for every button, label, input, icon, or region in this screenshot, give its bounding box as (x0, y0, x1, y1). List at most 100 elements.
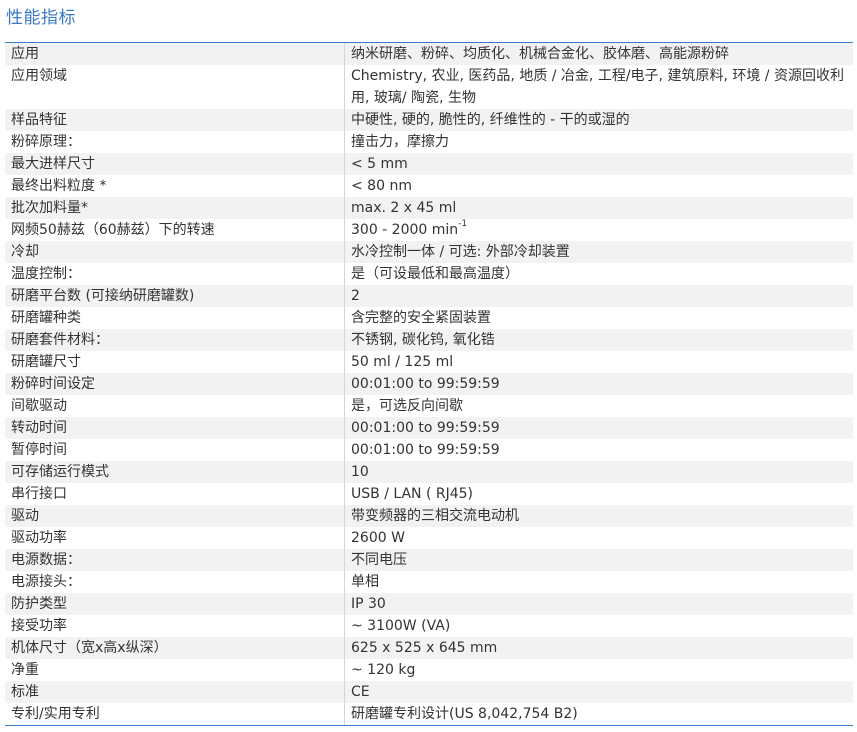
spec-value-text: 625 x 525 x 645 mm (351, 640, 498, 656)
table-row: 电源接头： 单相 (5, 571, 853, 593)
spec-value-text: 含完整的安全紧固装置 (351, 310, 491, 326)
table-row: 温度控制： 是（可设最低和最高温度） (5, 263, 853, 285)
spec-value: 研磨罐专利设计(US 8,042,754 B2) (345, 703, 853, 725)
spec-label: 标准 (5, 681, 345, 703)
spec-value-text: ~ 120 kg (351, 662, 416, 678)
table-row: 批次加料量* max. 2 x 45 ml (5, 197, 853, 219)
spec-label: 转动时间 (5, 417, 345, 439)
spec-label: 机体尺寸（宽x高x纵深） (5, 637, 345, 659)
spec-value: 10 (345, 461, 853, 483)
spec-value: ~ 3100W (VA) (345, 615, 853, 637)
spec-label: 驱动 (5, 505, 345, 527)
table-row: 专利/实用专利 研磨罐专利设计(US 8,042,754 B2) (5, 703, 853, 725)
spec-label: 研磨平台数 (可接纳研磨罐数) (5, 285, 345, 307)
table-row: 研磨套件材料： 不锈钢, 碳化钨, 氧化锆 (5, 329, 853, 351)
spec-label: 净重 (5, 659, 345, 681)
spec-value-text: 纳米研磨、粉碎、均质化、机械合金化、胶体磨、高能源粉碎 (351, 46, 729, 62)
table-row: 网频50赫兹（60赫兹）下的转速 300 - 2000 min-1 (5, 219, 853, 241)
table-row: 接受功率 ~ 3100W (VA) (5, 615, 853, 637)
spec-label: 防护类型 (5, 593, 345, 615)
table-row: 冷却 水冷控制一体 / 可选: 外部冷却装置 (5, 241, 853, 263)
spec-value: 单相 (345, 571, 853, 593)
spec-value: 是，可选反向间歇 (345, 395, 853, 417)
spec-label: 电源接头： (5, 571, 345, 593)
spec-value: 50 ml / 125 ml (345, 351, 853, 373)
spec-value: 不同电压 (345, 549, 853, 571)
spec-value: ~ 120 kg (345, 659, 853, 681)
spec-value: 不锈钢, 碳化钨, 氧化锆 (345, 329, 853, 351)
spec-value: max. 2 x 45 ml (345, 197, 853, 219)
spec-value-text: 不锈钢, 碳化钨, 氧化锆 (351, 332, 495, 348)
spec-value: 00:01:00 to 99:59:59 (345, 417, 853, 439)
spec-value: 300 - 2000 min-1 (345, 219, 853, 241)
spec-label: 串行接口 (5, 483, 345, 505)
table-row: 研磨罐种类 含完整的安全紧固装置 (5, 307, 853, 329)
spec-label: 研磨套件材料： (5, 329, 345, 351)
table-row: 机体尺寸（宽x高x纵深） 625 x 525 x 645 mm (5, 637, 853, 659)
spec-label: 电源数据： (5, 549, 345, 571)
spec-table: 应用 纳米研磨、粉碎、均质化、机械合金化、胶体磨、高能源粉碎 应用领域 Chemist… (5, 42, 853, 726)
spec-value-text: 研磨罐专利设计(US 8,042,754 B2) (351, 706, 578, 722)
spec-value: 含完整的安全紧固装置 (345, 307, 853, 329)
spec-label: 研磨罐种类 (5, 307, 345, 329)
table-row: 转动时间 00:01:00 to 99:59:59 (5, 417, 853, 439)
table-row: 可存储运行模式 10 (5, 461, 853, 483)
spec-label: 应用 (5, 43, 345, 65)
spec-value: IP 30 (345, 593, 853, 615)
table-row: 粉碎时间设定 00:01:00 to 99:59:59 (5, 373, 853, 395)
spec-value-text: 00:01:00 to 99:59:59 (351, 420, 500, 436)
spec-label: 可存储运行模式 (5, 461, 345, 483)
spec-label: 粉碎时间设定 (5, 373, 345, 395)
spec-value: 撞击力，摩擦力 (345, 131, 853, 153)
spec-value-text: 300 - 2000 min (351, 222, 459, 238)
spec-label: 接受功率 (5, 615, 345, 637)
spec-label: 批次加料量* (5, 197, 345, 219)
spec-value: < 80 nm (345, 175, 853, 197)
spec-value-text: 水冷控制一体 / 可选: 外部冷却装置 (351, 244, 570, 260)
spec-value-text: < 5 mm (351, 156, 408, 172)
spec-value-text: < 80 nm (351, 178, 412, 194)
spec-value-text: 撞击力，摩擦力 (351, 134, 449, 150)
table-row: 驱动 带变频器的三相交流电动机 (5, 505, 853, 527)
spec-value-superscript: -1 (458, 219, 468, 230)
spec-value-text: 50 ml / 125 ml (351, 354, 454, 370)
spec-label: 专利/实用专利 (5, 703, 345, 725)
spec-value-text: max. 2 x 45 ml (351, 200, 457, 216)
spec-value-text: 00:01:00 to 99:59:59 (351, 376, 500, 392)
spec-value-text: 带变频器的三相交流电动机 (351, 508, 519, 524)
spec-value: 625 x 525 x 645 mm (345, 637, 853, 659)
spec-value-text: 中硬性, 硬的, 脆性的, 纤维性的 - 干的或湿的 (351, 112, 630, 128)
spec-value-text: 00:01:00 to 99:59:59 (351, 442, 500, 458)
spec-value-text: Chemistry, 农业, 医药品, 地质 / 冶金, 工程/电子, 建筑原料… (351, 68, 844, 106)
table-row: 串行接口 USB / LAN ( RJ45) (5, 483, 853, 505)
spec-value: 00:01:00 to 99:59:59 (345, 373, 853, 395)
spec-value-text: USB / LAN ( RJ45) (351, 486, 474, 502)
spec-label: 温度控制： (5, 263, 345, 285)
spec-label: 间歇驱动 (5, 395, 345, 417)
spec-value-text: 是（可设最低和最高温度） (351, 266, 519, 282)
spec-value: < 5 mm (345, 153, 853, 175)
table-row: 应用 纳米研磨、粉碎、均质化、机械合金化、胶体磨、高能源粉碎 (5, 43, 853, 65)
spec-value-text: 是，可选反向间歇 (351, 398, 463, 414)
spec-value-text: 不同电压 (351, 552, 407, 568)
spec-label: 网频50赫兹（60赫兹）下的转速 (5, 219, 345, 241)
spec-value: 水冷控制一体 / 可选: 外部冷却装置 (345, 241, 853, 263)
spec-label: 驱动功率 (5, 527, 345, 549)
table-row: 暂停时间 00:01:00 to 99:59:59 (5, 439, 853, 461)
table-row: 电源数据： 不同电压 (5, 549, 853, 571)
table-row: 研磨平台数 (可接纳研磨罐数) 2 (5, 285, 853, 307)
spec-value-text: 2 (351, 288, 360, 304)
spec-value: Chemistry, 农业, 医药品, 地质 / 冶金, 工程/电子, 建筑原料… (345, 65, 853, 109)
table-row: 标准 CE (5, 681, 853, 703)
table-row: 防护类型 IP 30 (5, 593, 853, 615)
spec-value: 中硬性, 硬的, 脆性的, 纤维性的 - 干的或湿的 (345, 109, 853, 131)
table-row: 最大进样尺寸 < 5 mm (5, 153, 853, 175)
table-row: 净重 ~ 120 kg (5, 659, 853, 681)
spec-label: 冷却 (5, 241, 345, 263)
spec-label: 最大进样尺寸 (5, 153, 345, 175)
spec-label: 粉碎原理： (5, 131, 345, 153)
spec-value: 2 (345, 285, 853, 307)
spec-value-text: ~ 3100W (VA) (351, 618, 451, 634)
spec-value-text: IP 30 (351, 596, 386, 612)
table-row: 间歇驱动 是，可选反向间歇 (5, 395, 853, 417)
